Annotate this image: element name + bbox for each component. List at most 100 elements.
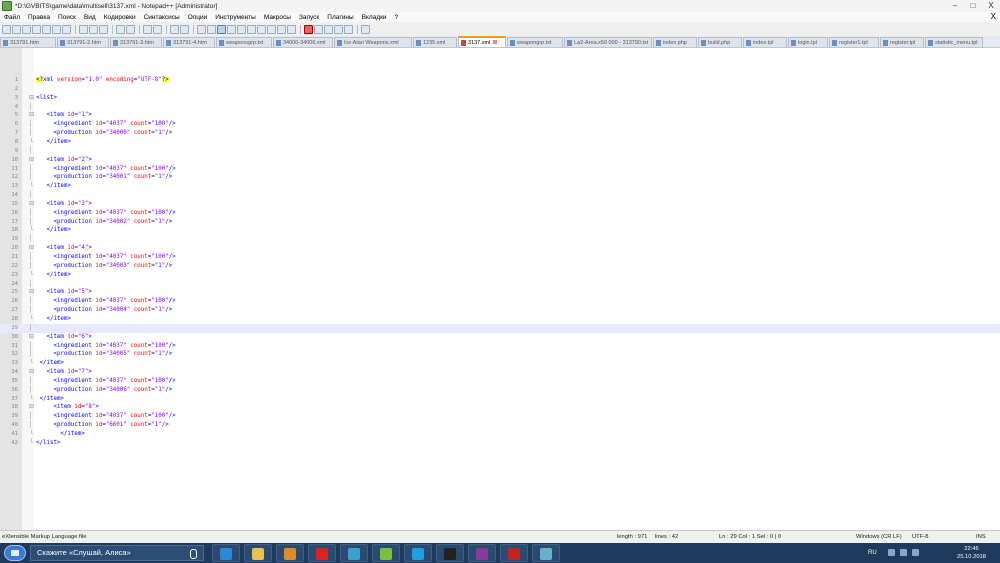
code-line[interactable]: 19 │ — [0, 235, 1000, 244]
zoom-out-icon[interactable] — [180, 24, 189, 34]
code-line[interactable]: 2 — [0, 85, 1000, 94]
code-line[interactable]: 27 │ <production id="34004" count="1"/> — [0, 306, 1000, 315]
code-line[interactable]: 20 ⊟ <item id="4"> — [0, 244, 1000, 253]
code-line[interactable]: 21 │ <ingredient id="4037" count="100"/> — [0, 253, 1000, 262]
code-line[interactable]: 4 │ — [0, 103, 1000, 112]
code-line[interactable]: 16 │ <ingredient id="4037" count="100"/> — [0, 209, 1000, 218]
menu-plugins[interactable]: Плагины — [323, 14, 357, 21]
code-line[interactable]: 40 │ <production id="6601" count="1"/> — [0, 421, 1000, 430]
code-line[interactable]: 36 │ <production id="34006" count="1"/> — [0, 386, 1000, 395]
menu-window[interactable]: Вкладки — [358, 14, 391, 21]
tab-file[interactable]: build.php — [698, 37, 742, 47]
doc-map-icon[interactable] — [257, 24, 266, 34]
taskbar-app-button[interactable] — [276, 544, 304, 562]
code-line[interactable]: 9 │ — [0, 147, 1000, 156]
fold-toggle-icon[interactable]: ⊟ — [29, 288, 34, 297]
menu-search[interactable]: Поиск — [54, 14, 80, 21]
code-line[interactable]: 3 ⊟ <list> — [0, 94, 1000, 103]
print-icon[interactable] — [62, 24, 71, 34]
taskbar-app-button[interactable] — [308, 544, 336, 562]
network-icon[interactable] — [900, 549, 907, 556]
open-file-icon[interactable] — [12, 24, 21, 34]
code-line[interactable]: 24 │ — [0, 280, 1000, 289]
code-line[interactable]: 29 │ — [0, 323, 1000, 333]
close-all-icon[interactable] — [52, 24, 61, 34]
replace-icon[interactable] — [153, 24, 162, 34]
menu-edit[interactable]: Правка — [24, 14, 54, 21]
fold-toggle-icon[interactable]: ⊟ — [29, 333, 34, 342]
minimize-button[interactable]: – — [946, 0, 964, 12]
tab-file[interactable]: weaponsgrp.txt — [216, 37, 272, 47]
code-line[interactable]: 37 └ </item> — [0, 395, 1000, 404]
fold-toggle-icon[interactable]: ⊟ — [29, 94, 34, 103]
code-line[interactable]: 39 │ <ingredient id="4037" count="100"/> — [0, 412, 1000, 421]
tab-file[interactable]: statistic_menu.tpl — [925, 37, 983, 47]
tab-file[interactable]: index.tpl — [743, 37, 787, 47]
menu-run[interactable]: Запуск — [295, 14, 323, 21]
microphone-icon[interactable] — [190, 549, 197, 559]
taskbar-app-button[interactable] — [340, 544, 368, 562]
close-button[interactable]: X — [982, 0, 1000, 12]
taskbar-app-button[interactable] — [212, 544, 240, 562]
tab-file[interactable]: login.tpl — [788, 37, 828, 47]
start-button[interactable] — [4, 545, 26, 561]
fold-toggle-icon[interactable]: ⊟ — [29, 200, 34, 209]
function-list-icon[interactable] — [267, 24, 276, 34]
menu-encoding[interactable]: Кодировки — [100, 14, 140, 21]
monitoring-icon[interactable] — [287, 24, 296, 34]
fold-toggle-icon[interactable]: ⊟ — [29, 111, 34, 120]
tab-file[interactable]: weapongrp.txt — [507, 37, 563, 47]
taskbar-app-button[interactable] — [468, 544, 496, 562]
find-icon[interactable] — [143, 24, 152, 34]
menu-macro[interactable]: Макросы — [260, 14, 295, 21]
code-line[interactable]: 6 │ <ingredient id="4037" count="100"/> — [0, 120, 1000, 129]
code-line[interactable]: 30 ⊟ <item id="6"> — [0, 333, 1000, 342]
code-line[interactable]: 22 │ <production id="34003" count="1"/> — [0, 262, 1000, 271]
code-line[interactable]: 35 │ <ingredient id="4037" count="100"/> — [0, 377, 1000, 386]
save-all-icon[interactable] — [32, 24, 41, 34]
code-line[interactable]: 28 └ </item> — [0, 315, 1000, 324]
menu-help[interactable]: ? — [391, 14, 403, 21]
code-line[interactable]: 12 │ <production id="34001" count="1"/> — [0, 173, 1000, 182]
fold-toggle-icon[interactable]: ⊟ — [29, 403, 34, 412]
code-line[interactable]: 25 ⊟ <item id="5"> — [0, 288, 1000, 297]
code-line[interactable]: 31 │ <ingredient id="4037" count="100"/> — [0, 342, 1000, 351]
code-line[interactable]: 42 └ </list> — [0, 439, 1000, 448]
tab-file[interactable]: 34000-34006.xml — [273, 37, 333, 47]
menu-view[interactable]: Вид — [80, 14, 100, 21]
code-editor[interactable]: 1 <?xml version="1.0" encoding="UTF-8"?> 2… — [0, 48, 1000, 530]
new-file-icon[interactable] — [2, 24, 11, 34]
tab-file[interactable]: 313791.htm — [0, 37, 56, 47]
spell-check-icon[interactable] — [361, 24, 370, 34]
code-line[interactable]: 17 │ <production id="34002" count="1"/> — [0, 218, 1000, 227]
tab-active[interactable]: 3137.xml ⊠ — [458, 36, 506, 47]
fold-toggle-icon[interactable]: ⊟ — [29, 156, 34, 165]
code-line[interactable]: 26 │ <ingredient id="4037" count="100"/> — [0, 297, 1000, 306]
redo-icon[interactable] — [126, 24, 135, 34]
copy-icon[interactable] — [89, 24, 98, 34]
paste-icon[interactable] — [99, 24, 108, 34]
tab-file[interactable]: 313791-3.htm — [110, 37, 162, 47]
code-line[interactable]: 38 ⊟ <item id="8"> — [0, 403, 1000, 412]
clock[interactable]: 22:46 25.10.2018 — [957, 545, 986, 561]
maximize-button[interactable]: □ — [964, 0, 982, 12]
taskbar-app-button[interactable] — [532, 544, 560, 562]
menu-file[interactable]: Файл — [0, 14, 24, 21]
menu-language[interactable]: Синтаксисы — [140, 14, 184, 21]
sync-horizontal-icon[interactable] — [207, 24, 216, 34]
show-all-chars-icon[interactable] — [227, 24, 236, 34]
stop-macro-icon[interactable] — [314, 24, 323, 34]
indent-guide-icon[interactable] — [237, 24, 246, 34]
voice-search-box[interactable]: Скажите «Слушай, Алиса» — [30, 545, 204, 561]
save-icon[interactable] — [22, 24, 31, 34]
code-line[interactable]: 14 │ — [0, 191, 1000, 200]
status-eol[interactable]: Windows (CR LF) — [856, 531, 902, 543]
code-line[interactable]: 11 │ <ingredient id="4037" count="100"/> — [0, 165, 1000, 174]
volume-icon[interactable] — [912, 549, 919, 556]
taskbar-app-button[interactable] — [404, 544, 432, 562]
sync-vertical-icon[interactable] — [197, 24, 206, 34]
taskbar-app-button[interactable] — [500, 544, 528, 562]
taskbar-app-button[interactable] — [372, 544, 400, 562]
code-line[interactable]: 7 │ <production id="34000" count="1"/> — [0, 129, 1000, 138]
language-indicator[interactable]: RU — [868, 543, 877, 563]
